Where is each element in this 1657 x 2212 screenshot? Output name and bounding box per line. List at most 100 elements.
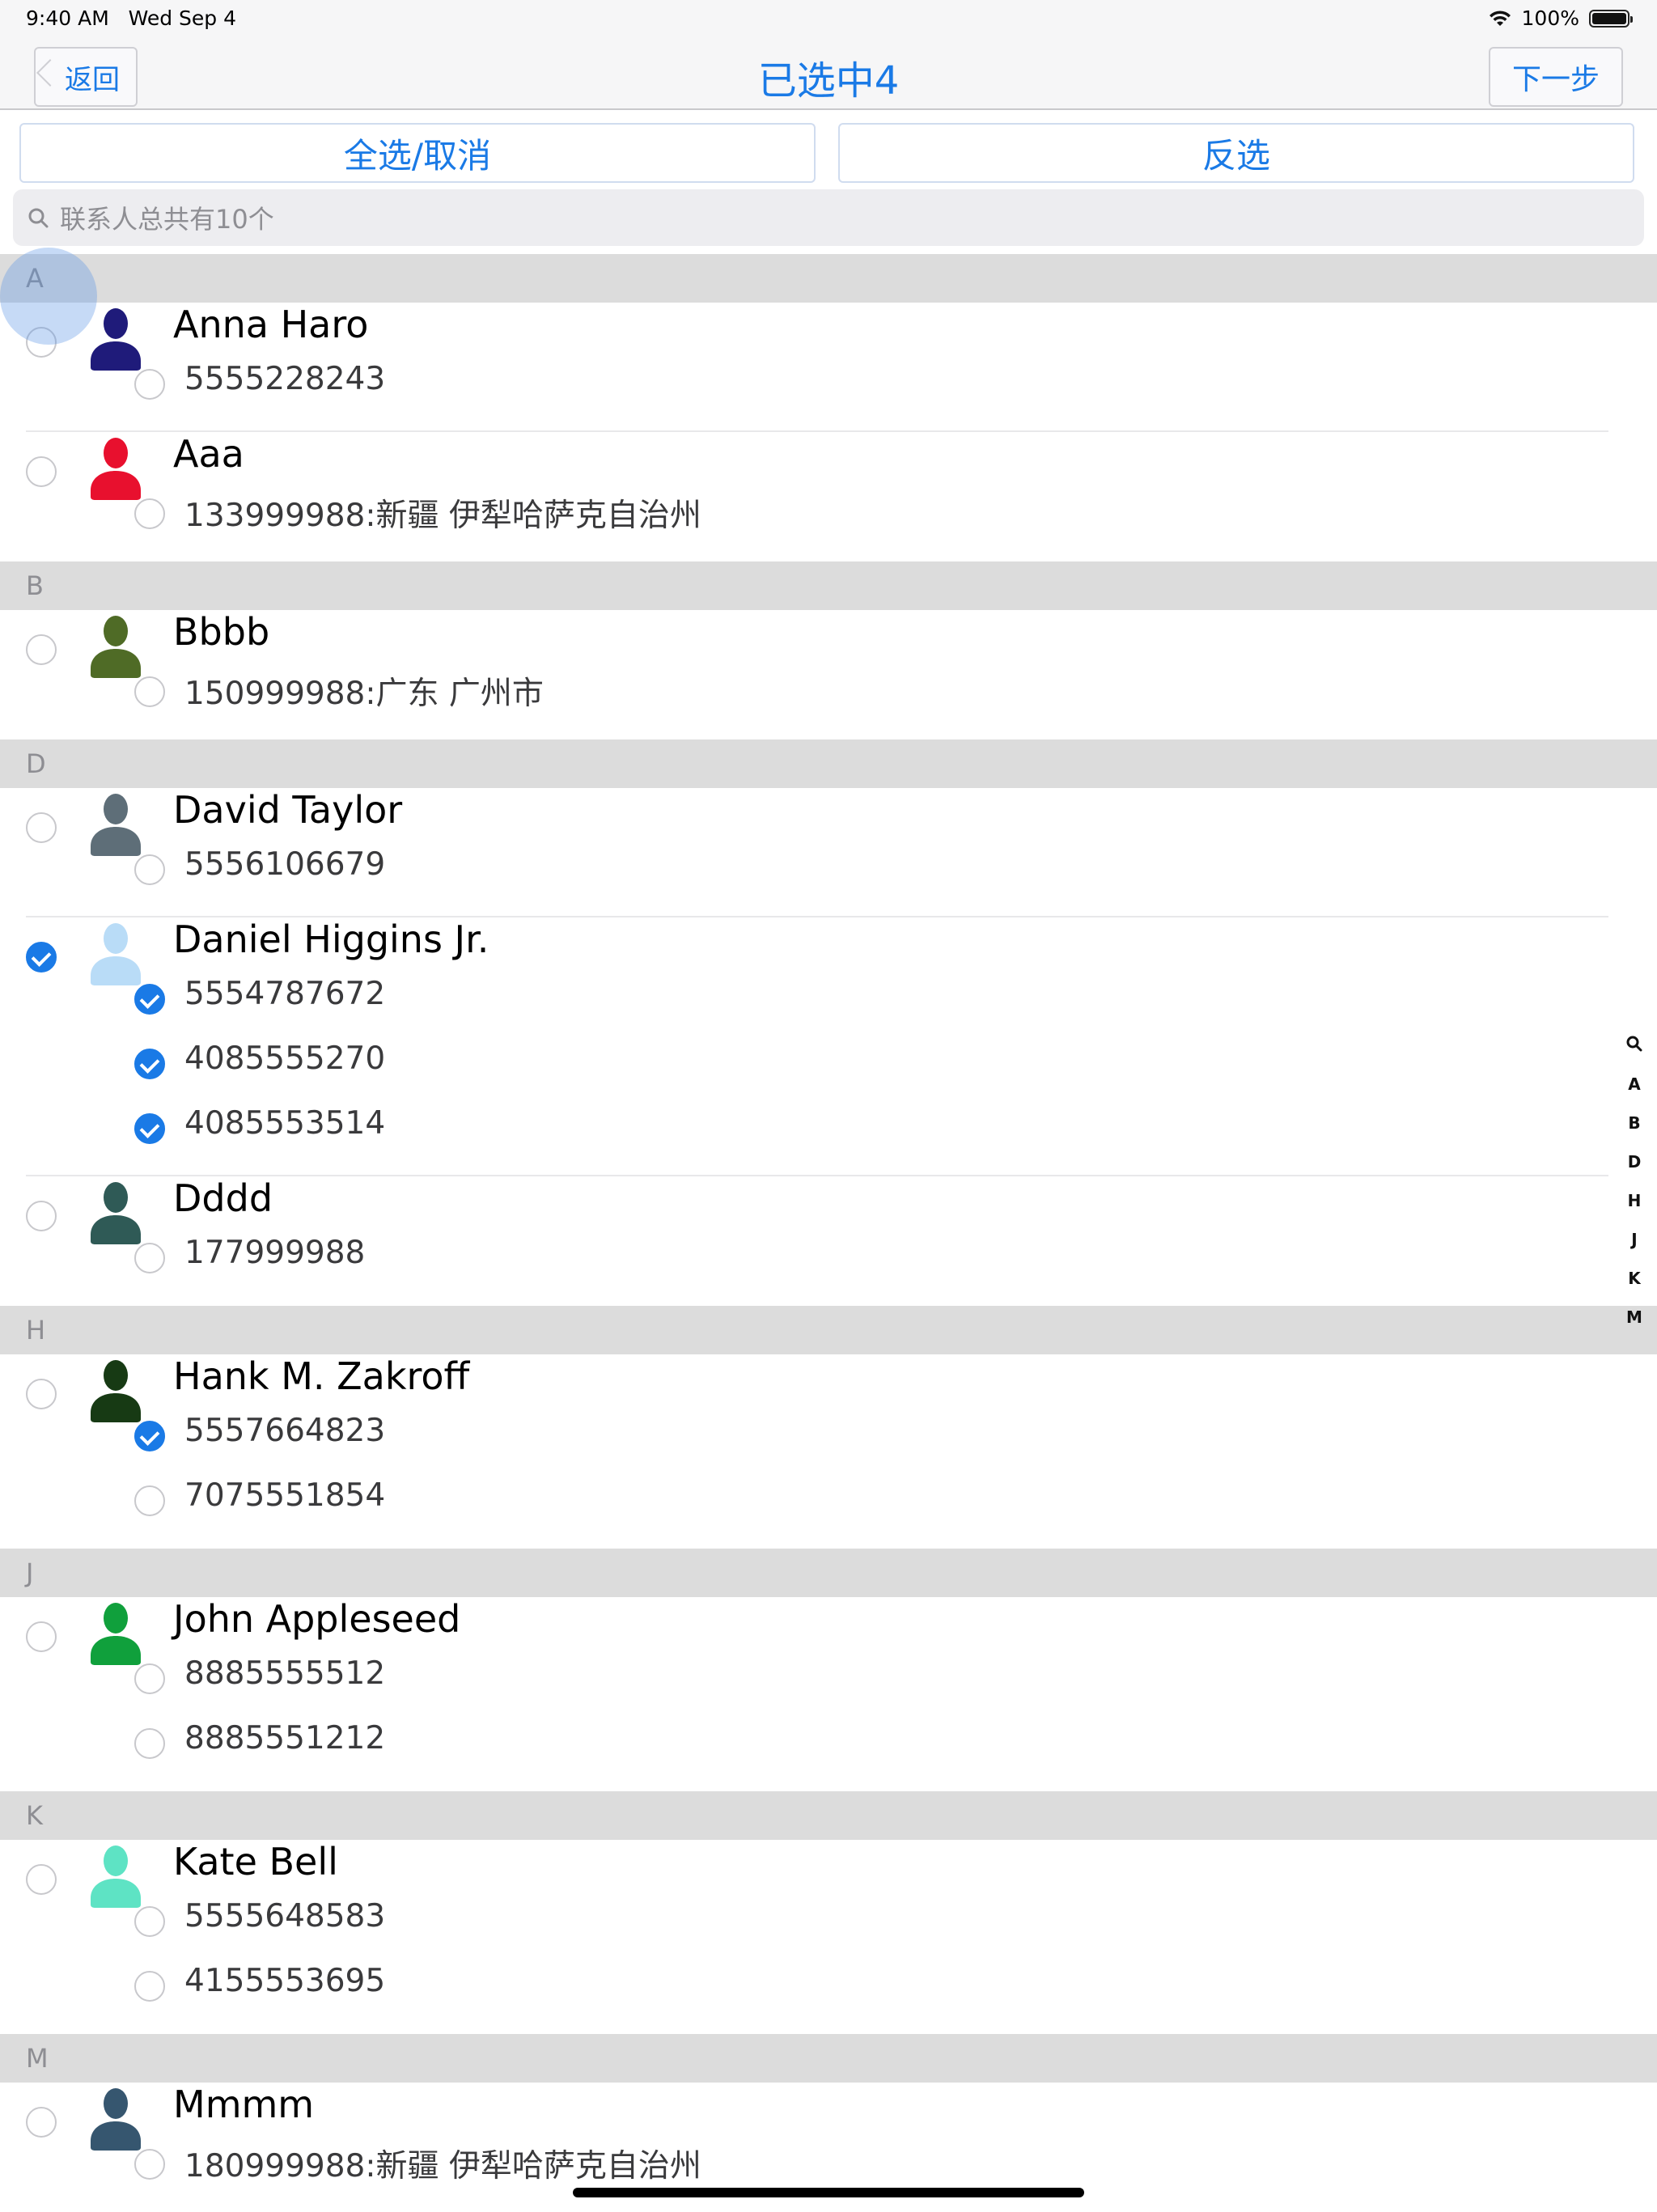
search-input[interactable]: 联系人总共有10个 [13, 189, 1644, 246]
avatar-icon [91, 794, 141, 856]
contact-name: Daniel Higgins Jr. [173, 917, 489, 961]
index-letter-b[interactable]: B [1618, 1113, 1651, 1133]
phone-select-radio[interactable] [134, 984, 165, 1015]
status-right: 100% [1488, 6, 1633, 30]
contact-row: Daniel Higgins Jr. 5554787672 4085555270 40… [0, 917, 1657, 1176]
touch-highlight [0, 248, 97, 345]
contact-select-radio[interactable] [26, 634, 57, 665]
phone-select-radio[interactable] [134, 369, 165, 400]
section-header-m: M [0, 2034, 1657, 2083]
contact-row: John Appleseed 8885555512 8885551212 [0, 1597, 1657, 1791]
contact-name: David Taylor [173, 788, 403, 832]
contact-row: David Taylor 5556106679 [0, 788, 1657, 917]
contact-row: Aaa 133999988:新疆 伊犁哈萨克自治州 [0, 432, 1657, 561]
phone-number: 8885555512 [184, 1655, 386, 1692]
index-letter-m[interactable]: M [1618, 1307, 1651, 1327]
avatar-icon [91, 923, 141, 985]
contact-select-radio[interactable] [26, 1379, 57, 1409]
phone-number: 8885551212 [184, 1720, 386, 1756]
contact-select-radio[interactable] [26, 1864, 57, 1895]
avatar-icon [91, 2088, 141, 2151]
phone-number: 150999988:广东 广州市 [184, 676, 544, 712]
phone-number: 4085555270 [184, 1040, 386, 1077]
contact-name: Bbbb [173, 610, 270, 654]
phone-select-radio[interactable] [134, 1113, 165, 1144]
section-header-d: D [0, 739, 1657, 788]
section-header-a: A [0, 254, 1657, 303]
phone-number: 5557664823 [184, 1413, 386, 1449]
status-time: 9:40 AM Wed Sep 4 [26, 6, 237, 30]
phone-select-radio[interactable] [134, 1243, 165, 1273]
index-letter-h[interactable]: H [1618, 1191, 1651, 1210]
index-letter-d[interactable]: D [1618, 1152, 1651, 1172]
contact-name: Hank M. Zakroff [173, 1354, 470, 1398]
phone-select-radio[interactable] [134, 1663, 165, 1694]
contact-select-radio[interactable] [26, 1201, 57, 1231]
phone-number: 177999988 [184, 1235, 366, 1271]
wifi-icon [1489, 10, 1511, 26]
phone-number: 7075551854 [184, 1477, 386, 1514]
contact-name: Mmmm [173, 2083, 315, 2126]
avatar-icon [91, 616, 141, 678]
contact-name: Dddd [173, 1176, 273, 1220]
contact-name: Aaa [173, 432, 244, 476]
phone-select-radio[interactable] [134, 1906, 165, 1937]
phone-select-radio[interactable] [134, 854, 165, 885]
phone-select-radio[interactable] [134, 1485, 165, 1516]
index-letter-a[interactable]: A [1618, 1074, 1651, 1094]
contact-row: Hank M. Zakroff 5557664823 7075551854 [0, 1354, 1657, 1549]
phone-number: 4085553514 [184, 1105, 386, 1142]
contact-row: Dddd 177999988 [0, 1176, 1657, 1306]
phone-number: 5554787672 [184, 976, 386, 1012]
avatar-icon [91, 308, 141, 371]
contact-select-radio[interactable] [26, 1621, 57, 1652]
page-title: 已选中4 [757, 58, 900, 104]
contact-row: Bbbb 150999988:广东 广州市 [0, 610, 1657, 739]
phone-select-radio[interactable] [134, 1049, 165, 1079]
phone-select-radio[interactable] [134, 1728, 165, 1759]
section-header-b: B [0, 561, 1657, 610]
avatar-icon [91, 1845, 141, 1908]
select-all-button[interactable]: 全选/取消 [19, 123, 816, 183]
action-bar: 全选/取消 反选 [19, 123, 1638, 183]
avatar-icon [91, 438, 141, 500]
avatar-icon [91, 1182, 141, 1244]
contact-select-radio[interactable] [26, 2107, 57, 2138]
home-indicator [573, 2188, 1084, 2197]
index-search-icon[interactable] [1618, 1036, 1651, 1056]
status-bar: 9:40 AM Wed Sep 4 100% [0, 0, 1657, 39]
battery-icon [1589, 9, 1633, 28]
contact-row: Kate Bell 5555648583 4155553695 [0, 1840, 1657, 2034]
index-letter-j[interactable]: J [1618, 1230, 1651, 1249]
phone-number: 5555228243 [184, 361, 386, 397]
contact-name: John Appleseed [173, 1597, 461, 1641]
section-header-h: H [0, 1306, 1657, 1354]
avatar-icon [91, 1360, 141, 1422]
phone-number: 180999988:新疆 伊犁哈萨克自治州 [184, 2148, 701, 2184]
next-step-button[interactable]: 下一步 [1489, 47, 1623, 107]
battery-percent: 100% [1521, 6, 1579, 30]
contact-select-radio[interactable] [26, 942, 57, 973]
phone-number: 5555648583 [184, 1898, 386, 1934]
search-icon [28, 208, 49, 228]
phone-number: 133999988:新疆 伊犁哈萨克自治州 [184, 498, 701, 534]
section-header-j: J [0, 1549, 1657, 1597]
invert-selection-button[interactable]: 反选 [838, 123, 1634, 183]
phone-select-radio[interactable] [134, 676, 165, 707]
phone-select-radio[interactable] [134, 498, 165, 529]
phone-number: 4155553695 [184, 1963, 386, 1999]
contact-name: Kate Bell [173, 1840, 338, 1884]
contact-row: Anna Haro 5555228243 [0, 303, 1657, 432]
index-letter-k[interactable]: K [1618, 1269, 1651, 1288]
phone-number: 5556106679 [184, 846, 386, 883]
avatar-icon [91, 1603, 141, 1665]
contact-select-radio[interactable] [26, 812, 57, 843]
phone-select-radio[interactable] [134, 2149, 165, 2180]
phone-select-radio[interactable] [134, 1971, 165, 2002]
contact-select-radio[interactable] [26, 456, 57, 487]
contact-name: Anna Haro [173, 303, 369, 346]
nav-bar: 返回 已选中4 下一步 [0, 39, 1657, 110]
phone-select-radio[interactable] [134, 1421, 165, 1451]
search-placeholder: 联系人总共有10个 [60, 204, 274, 235]
section-header-k: K [0, 1791, 1657, 1840]
